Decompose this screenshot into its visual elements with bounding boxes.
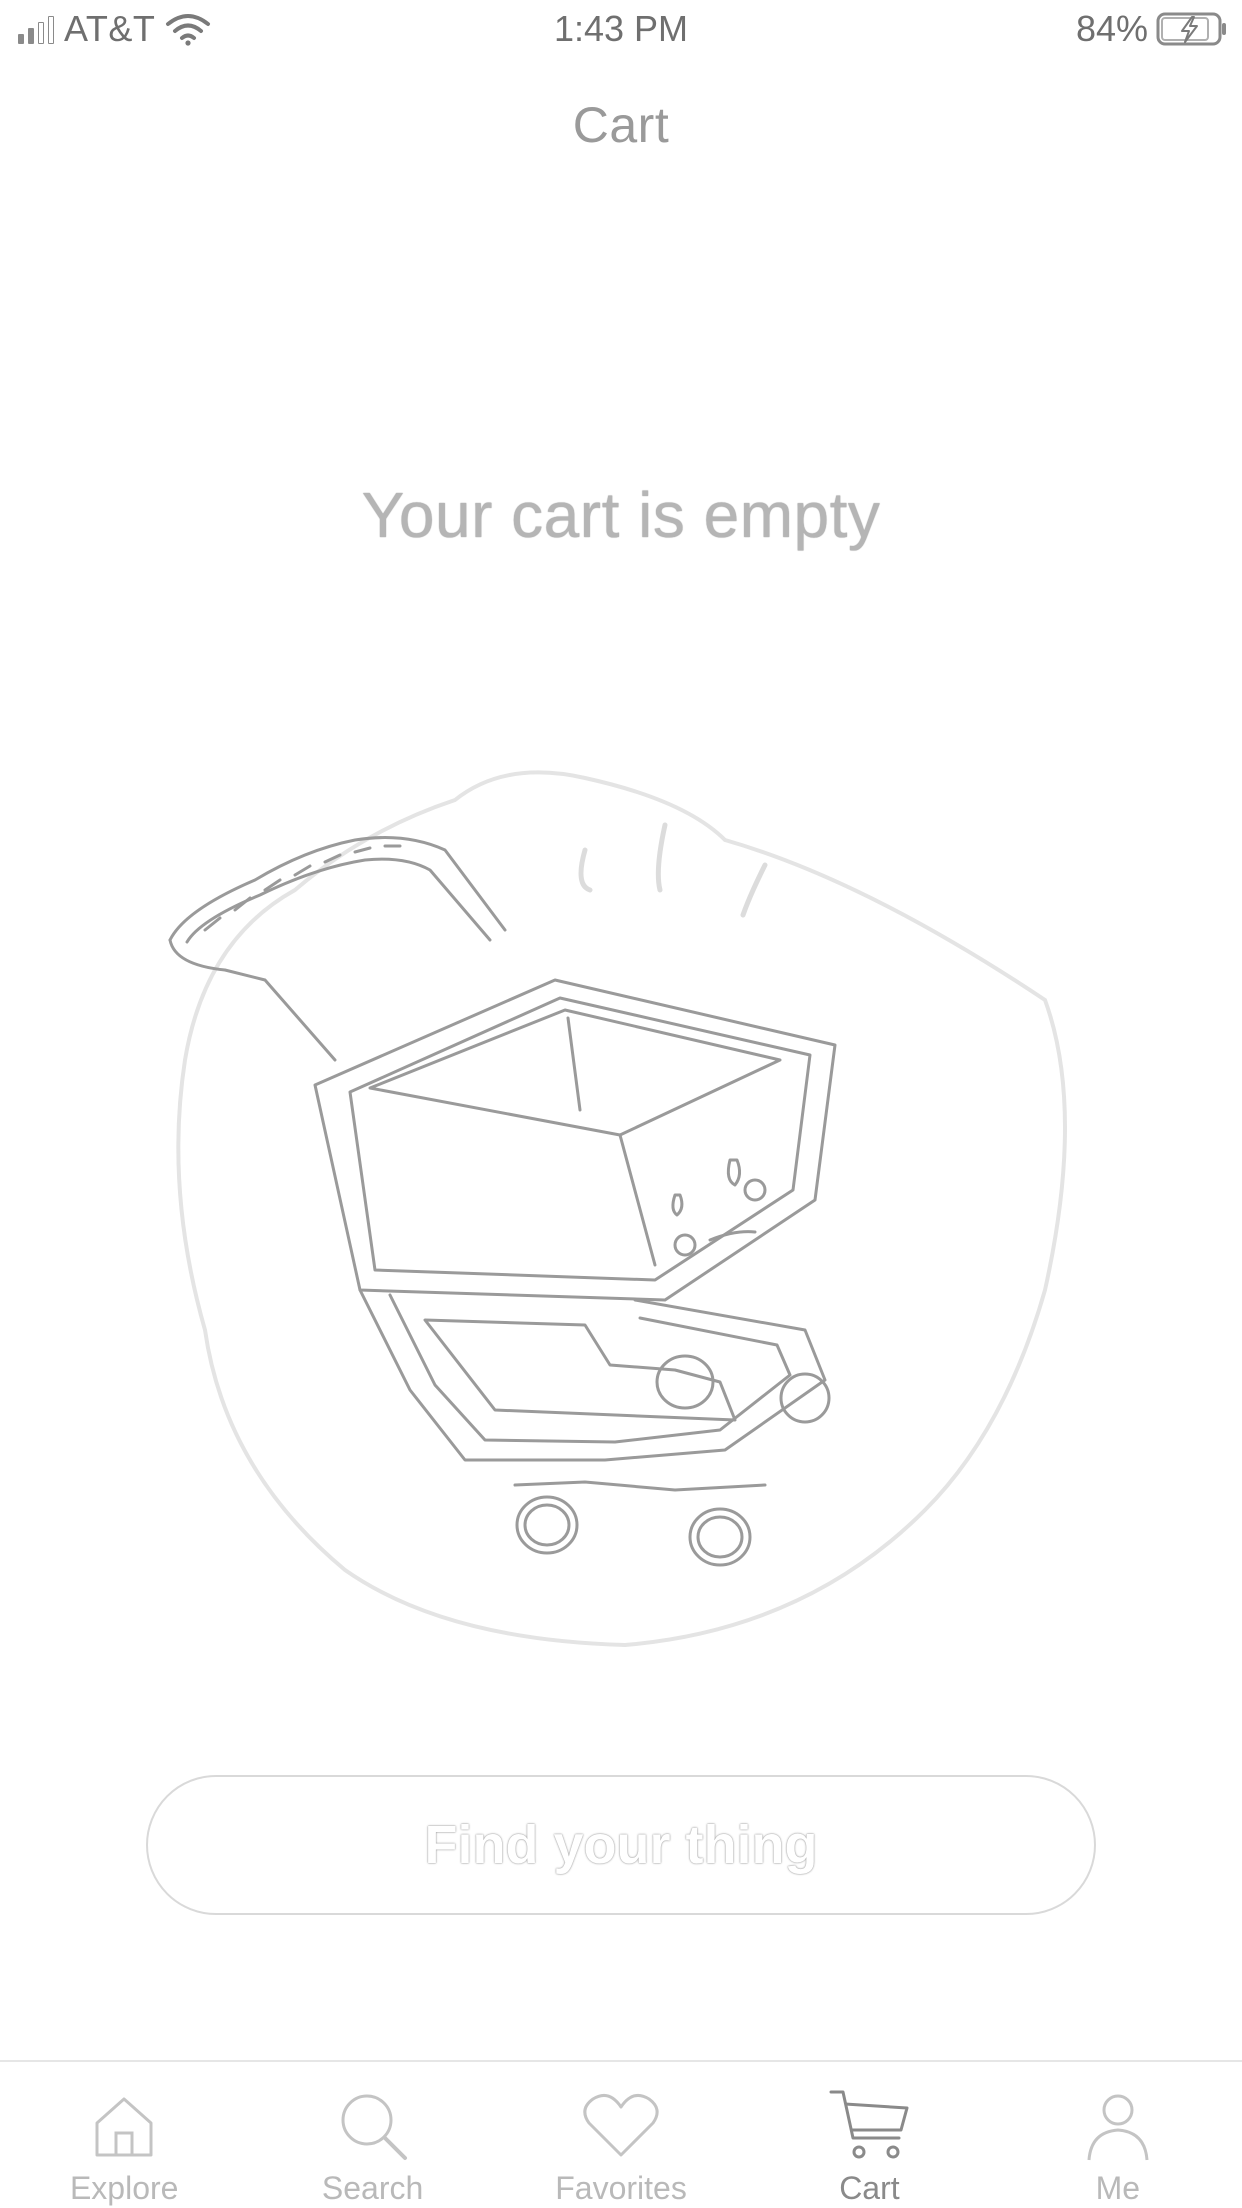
status-bar: AT&T 1:43 PM 84%: [0, 0, 1242, 60]
tab-explore[interactable]: Explore: [0, 2062, 248, 2208]
tab-label-me: Me: [1095, 2170, 1141, 2206]
cart-screen: AT&T 1:43 PM 84% Cart Your cart is empty: [0, 0, 1242, 2208]
tab-label-cart: Cart: [839, 2170, 900, 2206]
tab-label-explore: Explore: [69, 2170, 179, 2206]
find-your-thing-button[interactable]: Find your thing: [146, 1775, 1096, 1915]
tab-label-search: Search: [321, 2170, 424, 2206]
tab-label-favorites: Favorites: [555, 2170, 687, 2206]
heart-icon: [583, 2093, 659, 2157]
empty-cart-heading: Your cart is empty: [361, 479, 881, 551]
tab-me[interactable]: Me: [994, 2062, 1242, 2208]
tab-search[interactable]: Search: [248, 2062, 496, 2208]
tab-cart[interactable]: Cart: [745, 2062, 993, 2208]
page-title: Cart: [572, 97, 670, 153]
status-bar-right: 84%: [1076, 8, 1228, 50]
search-icon: [341, 2094, 407, 2160]
status-time: 1:43 PM: [553, 8, 689, 49]
battery-percentage: 84%: [1075, 8, 1148, 49]
person-icon: [1087, 2094, 1149, 2161]
tab-favorites[interactable]: Favorites: [497, 2062, 745, 2208]
cart-icon: [829, 2090, 909, 2159]
sad-shopping-cart-icon: [168, 770, 1067, 1648]
battery-charging-icon: [1156, 12, 1226, 46]
tab-bar: Explore Search Favorites Cart Me: [0, 2060, 1242, 2208]
home-icon: [95, 2097, 153, 2157]
